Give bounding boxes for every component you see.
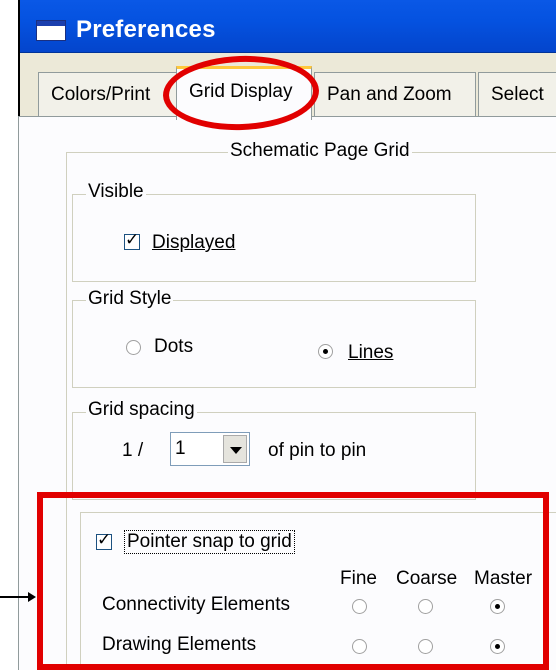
grid-spacing-suffix: of pin to pin	[268, 440, 367, 461]
grid-spacing-prefix: 1 /	[122, 440, 144, 461]
screenshot-frame: Preferences Colors/Print Grid Display Pa…	[0, 0, 556, 670]
highlight-rectangle	[37, 492, 549, 670]
dots-radio[interactable]	[126, 340, 141, 355]
schematic-page-grid-legend: Schematic Page Grid	[228, 140, 412, 162]
tab-pan-and-zoom[interactable]: Pan and Zoom	[314, 72, 476, 116]
tab-label: Colors/Print	[51, 84, 151, 105]
lines-radio[interactable]	[318, 344, 333, 359]
displayed-checkbox[interactable]: ✓	[124, 230, 140, 250]
tab-label: Select	[491, 84, 544, 105]
tab-select[interactable]: Select	[478, 72, 556, 116]
arrow-icon	[0, 592, 36, 602]
visible-legend: Visible	[86, 181, 146, 203]
grid-spacing-combo[interactable]: 1	[170, 432, 250, 466]
dots-label: Dots	[154, 336, 194, 357]
window-icon	[36, 20, 66, 41]
grid-spacing-legend: Grid spacing	[86, 399, 197, 421]
displayed-label: Displayed	[152, 232, 236, 253]
lines-label: Lines	[348, 342, 394, 363]
window-title: Preferences	[76, 16, 216, 43]
grid-spacing-value: 1	[175, 438, 186, 459]
tab-colors-print[interactable]: Colors/Print	[38, 72, 178, 116]
check-mark-icon: ✓	[125, 230, 140, 250]
chevron-down-icon[interactable]	[223, 435, 247, 463]
grid-style-legend: Grid Style	[86, 288, 174, 310]
tab-label: Pan and Zoom	[327, 84, 452, 105]
title-bar[interactable]: Preferences	[20, 0, 556, 53]
